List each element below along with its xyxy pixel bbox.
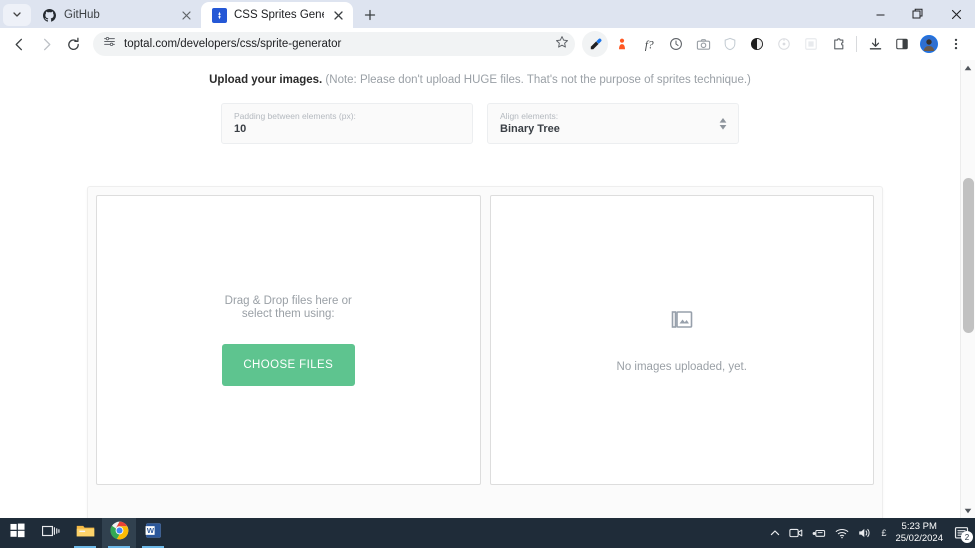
chrome-button[interactable]: [102, 518, 136, 548]
target-icon[interactable]: [771, 31, 797, 57]
drop-zone-panel[interactable]: Drag & Drop files here or select them us…: [96, 195, 481, 485]
windows-logo-icon: [9, 523, 25, 543]
align-select-field[interactable]: Align elements: Binary Tree: [487, 103, 739, 144]
sprite-workspace-card: Drag & Drop files here or select them us…: [87, 186, 883, 518]
sprite-site-icon: [212, 7, 227, 23]
chrome-icon: [109, 521, 129, 545]
shield-icon[interactable]: [717, 31, 743, 57]
minimize-button[interactable]: [861, 0, 899, 28]
svg-text:W: W: [146, 526, 154, 535]
tab-strip: GitHub CSS Sprites Generator Tool | To: [0, 0, 975, 28]
scroll-down-arrow[interactable]: [961, 503, 975, 518]
file-explorer-button[interactable]: [68, 518, 102, 548]
no-images-text: No images uploaded, yet.: [616, 360, 747, 373]
tab-search-button[interactable]: [3, 4, 31, 26]
tab-css-sprites-generator[interactable]: CSS Sprites Generator Tool | To: [201, 2, 353, 28]
tab-title: CSS Sprites Generator Tool | To: [234, 9, 324, 21]
maximize-button[interactable]: [899, 0, 937, 28]
align-select-label: Align elements:: [500, 111, 559, 121]
drop-zone-line2: select them using:: [241, 307, 335, 320]
download-icon[interactable]: [862, 31, 888, 57]
padding-input-field[interactable]: Padding between elements (px): 10: [221, 103, 473, 144]
page-settings-icon[interactable]: [103, 35, 116, 53]
formula-icon[interactable]: f?: [636, 31, 662, 57]
eyedropper-icon[interactable]: [582, 31, 608, 57]
windows-taskbar: W £ 5:23 PM 25/02/2024 2: [0, 518, 975, 548]
clock-date: 25/02/2024: [895, 533, 943, 544]
padding-input-label: Padding between elements (px):: [234, 111, 356, 121]
browser-window: GitHub CSS Sprites Generator Tool | To: [0, 0, 975, 518]
align-select-value: Binary Tree: [500, 123, 560, 135]
url-text: toptal.com/developers/css/sprite-generat…: [124, 38, 342, 50]
forward-button[interactable]: [33, 31, 59, 57]
page-viewport: Upload your images. (Note: Please don't …: [0, 60, 975, 518]
notification-center-button[interactable]: 2: [954, 526, 973, 543]
upload-notice-bold: Upload your images.: [209, 74, 323, 86]
task-view-icon: [41, 524, 60, 543]
star-icon[interactable]: [555, 35, 569, 54]
preview-panel: No images uploaded, yet.: [489, 195, 874, 485]
puzzle-icon[interactable]: [825, 31, 851, 57]
sprite-options: Padding between elements (px): 10 Align …: [0, 103, 960, 144]
clock-time: 5:23 PM: [901, 521, 937, 532]
web-page-content: Upload your images. (Note: Please don't …: [0, 60, 960, 518]
word-button[interactable]: W: [136, 518, 170, 548]
dark-circle-icon[interactable]: [744, 31, 770, 57]
drop-zone-line1: Drag & Drop files here or: [224, 294, 352, 307]
currency-indicator[interactable]: £: [881, 528, 886, 538]
clock-icon[interactable]: [663, 31, 689, 57]
select-spinner-icon[interactable]: [719, 117, 727, 130]
images-stack-icon: [670, 308, 694, 337]
tab-close-button[interactable]: [179, 8, 193, 22]
meet-camera-icon[interactable]: [789, 527, 803, 539]
page-scrollbar[interactable]: [960, 60, 975, 518]
upload-notice-rest: (Note: Please don't upload HUGE files. T…: [322, 74, 751, 86]
side-panel-icon[interactable]: [889, 31, 915, 57]
start-button[interactable]: [0, 518, 34, 548]
choose-files-button[interactable]: CHOOSE FILES: [221, 343, 355, 386]
profile-avatar[interactable]: [916, 31, 942, 57]
word-icon: W: [145, 522, 162, 544]
browser-toolbar: toptal.com/developers/css/sprite-generat…: [0, 28, 975, 60]
address-bar[interactable]: toptal.com/developers/css/sprite-generat…: [93, 32, 575, 56]
reload-button[interactable]: [60, 31, 86, 57]
back-button[interactable]: [6, 31, 32, 57]
toolbar-divider: [856, 36, 857, 52]
device-icon[interactable]: [812, 528, 826, 539]
chevron-down-icon: [12, 6, 22, 24]
tab-title: GitHub: [64, 9, 100, 21]
camera-icon[interactable]: [690, 31, 716, 57]
tab-github[interactable]: GitHub: [31, 2, 201, 28]
close-button[interactable]: [937, 0, 975, 28]
svg-text:f?: f?: [644, 39, 653, 51]
folder-icon: [76, 523, 95, 544]
chevron-up-icon[interactable]: [770, 529, 780, 537]
three-dot-menu-icon[interactable]: [943, 31, 969, 57]
padding-input-value: 10: [234, 123, 247, 135]
github-icon: [42, 8, 57, 23]
scroll-up-arrow[interactable]: [961, 60, 975, 75]
taskbar-clock[interactable]: 5:23 PM 25/02/2024: [895, 521, 943, 545]
system-tray: £ 5:23 PM 25/02/2024 2: [770, 521, 975, 545]
volume-icon[interactable]: [858, 527, 872, 539]
task-view-button[interactable]: [34, 518, 68, 548]
tab-close-button[interactable]: [331, 8, 345, 22]
grid-icon[interactable]: [798, 31, 824, 57]
notification-badge: 2: [961, 531, 973, 543]
window-controls: [861, 0, 975, 28]
new-tab-button[interactable]: [357, 2, 383, 28]
upload-notice: Upload your images. (Note: Please don't …: [0, 60, 960, 86]
scrollbar-thumb[interactable]: [963, 178, 974, 333]
wifi-icon[interactable]: [835, 528, 849, 539]
orange-extension-icon[interactable]: [609, 31, 635, 57]
